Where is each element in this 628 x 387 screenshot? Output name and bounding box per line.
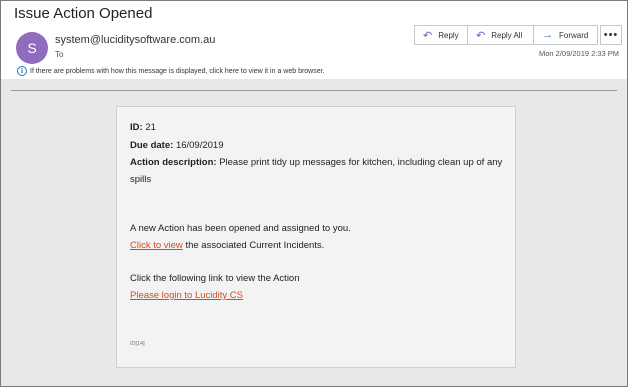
email-subject: Issue Action Opened (14, 5, 153, 22)
email-window: Issue Action Opened S system@luciditysof… (0, 0, 628, 387)
reference-id: ID[14] (130, 341, 145, 347)
to-label: To (55, 50, 64, 59)
due-date-label: Due date: (130, 140, 174, 151)
login-line: Please login to Lucidity CS (130, 290, 243, 301)
description-value: Please print tidy up messages for kitche… (219, 157, 503, 168)
due-date-value: 16/09/2019 (175, 140, 224, 151)
sender-avatar[interactable]: S (16, 32, 48, 64)
opened-text: A new Action has been opened and assigne… (130, 223, 351, 234)
id-label: ID: (130, 122, 143, 133)
sender-email[interactable]: system@luciditysoftware.com.au (55, 34, 215, 46)
id-value: 21 (145, 122, 156, 133)
click-to-view-link[interactable]: Click to view (130, 240, 183, 251)
forward-arrow-icon: → (542, 29, 553, 41)
message-card: ID: 21 Due date: 16/09/2019 Action descr… (116, 106, 516, 368)
forward-button[interactable]: → Forward (534, 25, 598, 45)
id-line: ID: 21 (130, 122, 156, 133)
description-line: Action description: Please print tidy up… (130, 157, 502, 168)
forward-label: Forward (559, 30, 589, 40)
reply-all-icon: ↶ (476, 29, 486, 42)
description-continued: spills (130, 174, 152, 185)
reply-label: Reply (438, 30, 459, 40)
info-bar-text: If there are problems with how this mess… (30, 67, 325, 75)
reply-button[interactable]: ↶ Reply (414, 25, 468, 45)
info-bar[interactable]: i If there are problems with how this me… (17, 66, 325, 76)
due-date-line: Due date: 16/09/2019 (130, 140, 223, 151)
divider (11, 90, 617, 91)
action-toolbar: ↶ Reply ↶ Reply All → Forward (414, 25, 598, 45)
reply-icon: ↶ (423, 29, 433, 42)
more-actions-button[interactable]: ••• (600, 25, 622, 45)
description-label: Action description: (130, 157, 217, 168)
reply-all-button[interactable]: ↶ Reply All (468, 25, 534, 45)
click-view-rest: the associated Current Incidents. (185, 240, 325, 251)
info-icon: i (17, 66, 27, 76)
follow-link-text: Click the following link to view the Act… (130, 273, 300, 284)
reply-all-label: Reply All (491, 30, 523, 40)
click-view-line: Click to view the associated Current Inc… (130, 240, 324, 251)
timestamp: Mon 2/09/2019 2:33 PM (539, 49, 620, 58)
login-link[interactable]: Please login to Lucidity CS (130, 290, 243, 301)
